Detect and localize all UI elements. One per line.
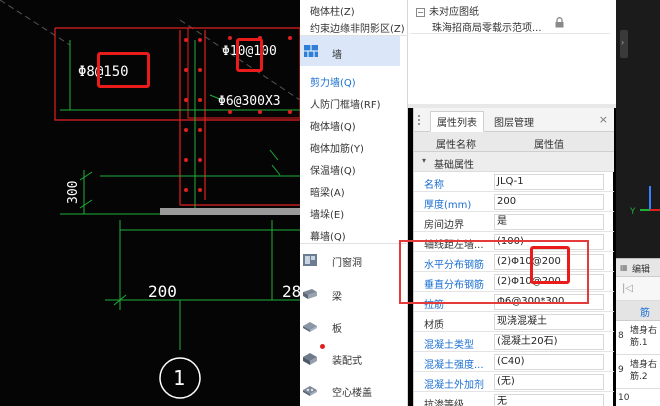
category-beam[interactable]: 梁 xyxy=(300,280,408,308)
property-tabs: 属性列表 图层管理 × xyxy=(414,108,614,132)
property-name: 厚度(mm) xyxy=(424,200,472,211)
tool-item-hidden-beam[interactable]: 暗梁(A) xyxy=(310,184,345,199)
category-hollow-floor-label: 空心楼盖 xyxy=(332,388,372,399)
property-value-field[interactable]: 无 xyxy=(494,394,604,406)
row-number: 9 xyxy=(618,365,624,375)
property-row[interactable]: 混凝土类型 (混凝土20石) xyxy=(414,332,614,352)
edit-row-10[interactable]: 10 xyxy=(616,389,660,406)
panel-drag-icon[interactable]: ▦ xyxy=(620,263,628,272)
highlight-rebar-spacing xyxy=(530,246,570,284)
property-name: 混凝土类型 xyxy=(424,340,474,351)
property-group-label: 基础属性 xyxy=(434,160,474,171)
property-value-field[interactable]: 是 xyxy=(494,214,604,230)
tool-item-wall-pier[interactable]: 墙垛(E) xyxy=(310,206,344,221)
property-row[interactable]: 混凝土强度... (C40) xyxy=(414,352,614,372)
row-text: 墙身右筋.2 xyxy=(630,360,658,382)
category-slab-label: 板 xyxy=(332,324,342,335)
svg-text:Y: Y xyxy=(629,207,636,217)
property-row[interactable]: 厚度(mm) 200 xyxy=(414,192,614,212)
category-hollow-floor[interactable]: 空心楼盖 xyxy=(300,376,408,404)
row-number: 10 xyxy=(618,393,630,403)
close-icon[interactable]: × xyxy=(599,113,608,126)
property-name: 房间边界 xyxy=(424,220,464,231)
edit-row-9[interactable]: 9 墙身右筋.2 xyxy=(616,355,660,389)
prefab-icon xyxy=(303,353,317,365)
highlight-rebar-10 xyxy=(236,38,263,72)
group-expand-icon[interactable]: ▾ xyxy=(422,156,426,165)
axis-gizmo-icon: Y xyxy=(629,186,660,217)
collapse-toggle-icon[interactable]: − xyxy=(416,7,425,17)
door-window-icon xyxy=(303,254,317,266)
category-prefab[interactable]: 装配式 xyxy=(300,344,408,372)
drag-handle-icon[interactable] xyxy=(418,115,426,125)
beam-icon xyxy=(303,289,317,299)
tool-item-masonry-column[interactable]: 砲体柱(Z) xyxy=(310,3,355,18)
column-header-name: 属性名称 xyxy=(436,140,476,151)
tree-node-drawing[interactable]: 珠海招商局零载示范项... xyxy=(432,19,542,34)
category-beam-label: 梁 xyxy=(332,292,342,303)
property-value-field[interactable]: (混凝土20石) xyxy=(494,334,604,350)
tree-node-label: 未对应图纸 xyxy=(429,7,479,18)
edit-row-8[interactable]: 8 墙身右筋.1 xyxy=(616,321,660,355)
tool-item-constraint-edge[interactable]: 约束边缘非阴影区(Z) xyxy=(310,20,405,35)
row-text: 墙身右筋.1 xyxy=(630,326,658,348)
axis-label: 1 xyxy=(173,366,186,390)
tab-layer-management[interactable]: 图层管理 xyxy=(488,112,540,131)
category-prefab-label: 装配式 xyxy=(332,356,362,367)
tool-item-insulation-wall[interactable]: 保温墙(Q) xyxy=(310,162,356,177)
edit-column-header: 筋 xyxy=(640,308,650,319)
property-name: 混凝土外加剂 xyxy=(424,380,484,391)
property-row[interactable]: 房间边界 是 xyxy=(414,212,614,232)
row-number: 8 xyxy=(618,331,624,341)
tool-item-shear-wall[interactable]: 剪力墙(Q) xyxy=(310,74,356,89)
property-row[interactable]: 抗渗等级 无 xyxy=(414,392,614,406)
hollow-floor-icon xyxy=(303,386,317,396)
tool-item-curtain-wall[interactable]: 幕墙(Q) xyxy=(310,228,346,243)
property-value-field[interactable]: 200 xyxy=(494,194,604,210)
dim-300: 300 xyxy=(66,180,81,204)
highlight-rebar-8 xyxy=(97,52,150,88)
property-row[interactable]: 名称 JLQ-1 xyxy=(414,172,614,192)
property-name: 混凝土强度... xyxy=(424,360,484,371)
property-row[interactable]: 混凝土外加剂 (无) xyxy=(414,372,614,392)
property-name: 抗渗等级 xyxy=(424,400,464,406)
prefab-new-dot xyxy=(320,344,325,349)
edit-panel-title: 编辑 xyxy=(632,265,651,275)
lock-icon[interactable] xyxy=(554,17,565,28)
dim-28: 28 xyxy=(282,282,300,301)
property-group-basic[interactable]: ▾ 基础属性 xyxy=(414,152,614,172)
wall-icon xyxy=(302,42,320,60)
property-row[interactable]: 材质 现浇混凝土 xyxy=(414,312,614,332)
property-name: 材质 xyxy=(424,320,444,331)
panel-collapse-handle[interactable]: › xyxy=(620,30,628,58)
drawing-tree-panel: − 未对应图纸 珠海招商局零载示范项... xyxy=(408,0,616,104)
category-slab[interactable]: 板 xyxy=(300,312,408,340)
property-value-field[interactable]: JLQ-1 xyxy=(494,174,604,190)
property-value-field[interactable]: (无) xyxy=(494,374,604,390)
dim-200: 200 xyxy=(148,282,177,301)
tool-item-masonry-wall[interactable]: 砲体墙(Q) xyxy=(310,118,356,133)
tab-property-list[interactable]: 属性列表 xyxy=(430,111,484,132)
slab-icon xyxy=(303,322,317,332)
tool-item-civil-defense-wall[interactable]: 人防门框墙(RF) xyxy=(310,96,381,111)
property-value-field[interactable]: (C40) xyxy=(494,354,604,370)
rebar-label-tie: Φ6@300X3 xyxy=(218,94,281,109)
first-page-icon[interactable]: |◁ xyxy=(622,283,633,294)
wall-category-label[interactable]: 墙 xyxy=(332,46,342,61)
property-value-field[interactable]: 现浇混凝土 xyxy=(494,314,604,330)
property-name: 名称 xyxy=(424,180,444,191)
column-header-value: 属性值 xyxy=(534,140,564,151)
category-door-window-label: 门窗洞 xyxy=(332,258,362,269)
tool-item-masonry-rebar[interactable]: 砲体加筋(Y) xyxy=(310,140,364,155)
rebar-edit-panel: ▦ 编辑 |◁ 筋 8 墙身右筋.1 9 墙身右筋.2 10 xyxy=(616,258,660,406)
property-table-header: 属性名称 属性值 xyxy=(414,132,614,152)
category-door-window[interactable]: 门窗洞 xyxy=(300,246,408,274)
tree-node-unmatched[interactable]: − 未对应图纸 xyxy=(416,3,479,18)
